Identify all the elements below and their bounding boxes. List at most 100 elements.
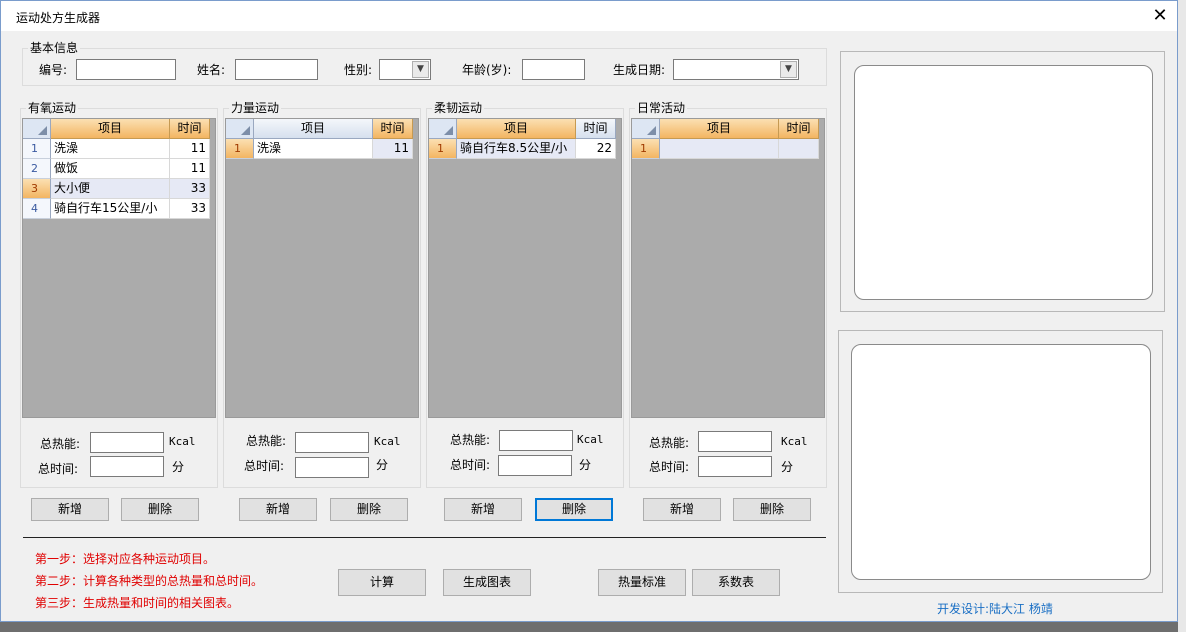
aerobic-time-unit: 分 xyxy=(172,460,185,474)
divider xyxy=(23,537,826,538)
daily-title: 日常活动 xyxy=(635,99,688,116)
strength-grid[interactable]: 项目 时间 1 洗澡 11 xyxy=(225,118,419,418)
cell-time[interactable]: 11 xyxy=(170,159,210,179)
date-picker[interactable]: ▼ xyxy=(673,59,799,80)
chart-panel-top xyxy=(840,51,1165,312)
select-all-icon[interactable] xyxy=(226,119,254,139)
daily-time-label: 总时间: xyxy=(649,460,690,474)
grid-header: 项目 时间 xyxy=(632,119,819,139)
grid-header: 项目 时间 xyxy=(429,119,616,139)
column-header-time[interactable]: 时间 xyxy=(373,119,413,139)
strength-energy-input[interactable] xyxy=(295,432,369,453)
id-label: 编号: xyxy=(39,63,68,77)
main-window: 运动处方生成器 ✕ 基本信息 编号: 姓名: 性别: ▼ 年龄(岁): 生成日期… xyxy=(0,0,1178,622)
daily-add-button[interactable]: 新增 xyxy=(643,498,721,521)
select-all-icon[interactable] xyxy=(429,119,457,139)
row-header[interactable]: 1 xyxy=(23,139,51,159)
aerobic-time-input[interactable] xyxy=(90,456,164,477)
row-header[interactable]: 2 xyxy=(23,159,51,179)
window-title: 运动处方生成器 xyxy=(16,11,101,25)
chart-canvas-bottom xyxy=(851,344,1151,580)
flex-add-button[interactable]: 新增 xyxy=(444,498,522,521)
date-label: 生成日期: xyxy=(613,63,666,77)
cell-item[interactable]: 骑自行车8.5公里/小 xyxy=(457,139,576,159)
basic-info-title: 基本信息 xyxy=(28,39,81,56)
strength-time-unit: 分 xyxy=(376,458,389,472)
row-header[interactable]: 3 xyxy=(23,179,51,199)
aerobic-time-label: 总时间: xyxy=(38,462,79,476)
cell-item[interactable] xyxy=(660,139,779,159)
column-header-time[interactable]: 时间 xyxy=(779,119,819,139)
strength-add-button[interactable]: 新增 xyxy=(239,498,317,521)
table-row[interactable]: 3 大小便 33 xyxy=(23,179,210,199)
daily-time-input[interactable] xyxy=(698,456,772,477)
cell-time[interactable]: 11 xyxy=(373,139,413,159)
strength-energy-label: 总热能: xyxy=(246,434,287,448)
table-row[interactable]: 2 做饭 11 xyxy=(23,159,210,179)
daily-energy-label: 总热能: xyxy=(649,436,690,450)
table-row[interactable]: 1 洗澡 11 xyxy=(23,139,210,159)
close-icon[interactable]: ✕ xyxy=(1149,5,1171,27)
row-header[interactable]: 1 xyxy=(226,139,254,159)
coefficient-table-button[interactable]: 系数表 xyxy=(692,569,780,596)
cell-item[interactable]: 洗澡 xyxy=(51,139,170,159)
table-row[interactable]: 1 洗澡 11 xyxy=(226,139,413,159)
step-1-text: 第一步：选择对应各种运动项目。 xyxy=(35,552,216,566)
table-row[interactable]: 1 骑自行车8.5公里/小 22 xyxy=(429,139,616,159)
cell-time[interactable]: 33 xyxy=(170,199,210,219)
column-header-time[interactable]: 时间 xyxy=(576,119,616,139)
cell-time[interactable]: 22 xyxy=(576,139,616,159)
strength-time-input[interactable] xyxy=(295,457,369,478)
daily-energy-input[interactable] xyxy=(698,431,772,452)
select-all-icon[interactable] xyxy=(23,119,51,139)
cell-time[interactable]: 33 xyxy=(170,179,210,199)
strength-title: 力量运动 xyxy=(229,99,282,116)
strength-time-label: 总时间: xyxy=(244,459,285,473)
age-input[interactable] xyxy=(522,59,585,80)
strength-delete-button[interactable]: 删除 xyxy=(330,498,408,521)
cell-item[interactable]: 大小便 xyxy=(51,179,170,199)
row-header[interactable]: 4 xyxy=(23,199,51,219)
id-input[interactable] xyxy=(76,59,176,80)
aerobic-grid[interactable]: 项目 时间 1 洗澡 11 2 做饭 11 3 大小便 33 4 骑自行车15公… xyxy=(22,118,216,418)
flex-energy-unit: Kcal xyxy=(577,433,604,446)
daily-grid[interactable]: 项目 时间 1 xyxy=(631,118,825,418)
column-header-item[interactable]: 项目 xyxy=(660,119,779,139)
select-all-icon[interactable] xyxy=(632,119,660,139)
cell-item[interactable]: 洗澡 xyxy=(254,139,373,159)
column-header-time[interactable]: 时间 xyxy=(170,119,210,139)
gender-select[interactable]: ▼ xyxy=(379,59,431,80)
cell-item[interactable]: 骑自行车15公里/小 xyxy=(51,199,170,219)
aerobic-energy-label: 总热能: xyxy=(40,437,81,451)
flex-delete-button[interactable]: 删除 xyxy=(535,498,613,521)
grid-header: 项目 时间 xyxy=(226,119,413,139)
flex-time-input[interactable] xyxy=(498,455,572,476)
cell-time[interactable]: 11 xyxy=(170,139,210,159)
flex-energy-input[interactable] xyxy=(499,430,573,451)
cell-time[interactable] xyxy=(779,139,819,159)
daily-delete-button[interactable]: 删除 xyxy=(733,498,811,521)
gender-label: 性别: xyxy=(344,63,373,77)
calculate-button[interactable]: 计算 xyxy=(338,569,426,596)
column-header-item[interactable]: 项目 xyxy=(51,119,170,139)
aerobic-delete-button[interactable]: 删除 xyxy=(121,498,199,521)
generate-chart-button[interactable]: 生成图表 xyxy=(443,569,531,596)
column-header-item[interactable]: 项目 xyxy=(457,119,576,139)
daily-time-unit: 分 xyxy=(781,460,794,474)
table-row[interactable]: 4 骑自行车15公里/小 33 xyxy=(23,199,210,219)
daily-energy-unit: Kcal xyxy=(781,435,808,448)
flex-time-label: 总时间: xyxy=(450,458,491,472)
row-header[interactable]: 1 xyxy=(429,139,457,159)
name-input[interactable] xyxy=(235,59,318,80)
aerobic-energy-input[interactable] xyxy=(90,432,164,453)
grid-header: 项目 时间 xyxy=(23,119,210,139)
column-header-item[interactable]: 项目 xyxy=(254,119,373,139)
table-row[interactable]: 1 xyxy=(632,139,819,159)
flex-time-unit: 分 xyxy=(579,458,592,472)
row-header[interactable]: 1 xyxy=(632,139,660,159)
flex-grid[interactable]: 项目 时间 1 骑自行车8.5公里/小 22 xyxy=(428,118,622,418)
aerobic-add-button[interactable]: 新增 xyxy=(31,498,109,521)
cell-item[interactable]: 做饭 xyxy=(51,159,170,179)
calorie-standard-button[interactable]: 热量标准 xyxy=(598,569,686,596)
flex-title: 柔韧运动 xyxy=(432,99,485,116)
